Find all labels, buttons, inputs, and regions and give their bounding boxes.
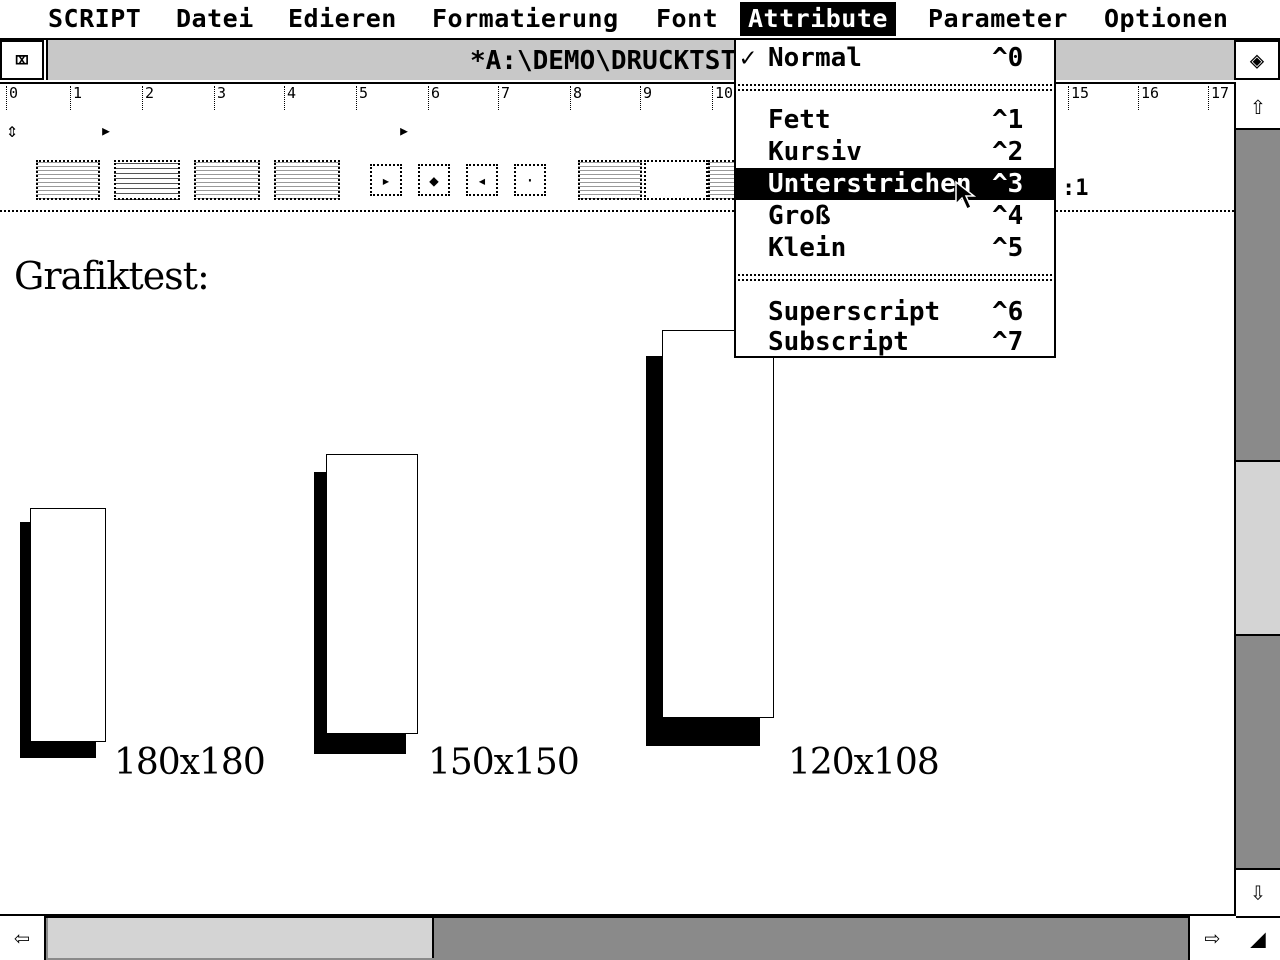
graphic-frame-1[interactable]	[30, 508, 106, 742]
close-icon[interactable]: ⌧	[0, 40, 44, 80]
page-indicator: :1	[1062, 176, 1089, 201]
menu-font[interactable]: Font	[648, 2, 726, 36]
right-margin-marker-icon[interactable]: ▸	[398, 118, 410, 142]
line-spacing-button[interactable]	[578, 160, 642, 200]
tab-decimal-icon[interactable]: ◆	[418, 164, 450, 196]
menu-attribute[interactable]: Attribute	[740, 2, 896, 36]
menu-option-superscript[interactable]: Superscript ^6	[736, 296, 1054, 328]
ruler-tick: 3	[214, 86, 226, 110]
menu-separator	[738, 84, 1052, 91]
align-center-button[interactable]	[194, 160, 260, 200]
font-size-button[interactable]	[644, 160, 708, 200]
ruler-tick: 15	[1068, 86, 1089, 110]
ruler-tick: 2	[142, 86, 154, 110]
menu-option-subscript[interactable]: Subscript ^7	[736, 326, 1054, 358]
menu-formatierung[interactable]: Formatierung	[424, 2, 627, 36]
ruler-tick: 1	[70, 86, 82, 110]
ruler-tick: 17	[1208, 86, 1229, 110]
tab-left-icon[interactable]: ◂	[466, 164, 498, 196]
menu-option-fett[interactable]: Fett ^1	[736, 104, 1054, 136]
menu-datei[interactable]: Datei	[168, 2, 262, 36]
ruler-tick: 6	[428, 86, 440, 110]
size-box-icon[interactable]: ◢	[1236, 916, 1280, 960]
menu-option-gross[interactable]: Groß ^4	[736, 200, 1054, 232]
menu-separator	[738, 274, 1052, 281]
align-right-button[interactable]	[274, 160, 340, 200]
align-justify-button[interactable]	[114, 160, 180, 200]
scroll-down-icon[interactable]: ⇩	[1236, 868, 1280, 914]
menu-option-kursiv[interactable]: Kursiv ^2	[736, 136, 1054, 168]
menu-bar: SCRIPT Datei Edieren Formatierung Font A…	[0, 0, 1280, 40]
left-margin-marker-icon[interactable]: ⇕	[6, 118, 18, 142]
menu-script[interactable]: SCRIPT	[40, 2, 149, 36]
tab-center-icon[interactable]: ·	[514, 164, 546, 196]
ruler-tick: 5	[356, 86, 368, 110]
graphic-frame-3[interactable]	[662, 330, 774, 718]
menu-option-klein[interactable]: Klein ^5	[736, 232, 1054, 264]
ruler-tick: 7	[498, 86, 510, 110]
ruler-tick: 16	[1138, 86, 1159, 110]
ruler-tick: 4	[284, 86, 296, 110]
ruler-tick: 0	[6, 86, 18, 110]
mouse-pointer-icon	[955, 180, 976, 211]
graphic-frame-2[interactable]	[326, 454, 418, 734]
scroll-up-icon[interactable]: ⇧	[1236, 84, 1280, 130]
ruler-tick: 8	[570, 86, 582, 110]
menu-option-unterstrichen[interactable]: Unterstrichen ^3	[736, 168, 1054, 200]
scroll-right-icon[interactable]: ⇨	[1188, 916, 1234, 960]
attribute-dropdown: ✓ Normal ^0 Fett ^1 Kursiv ^2 Unterstric…	[734, 38, 1056, 358]
horizontal-scroll-thumb[interactable]	[48, 918, 434, 958]
document-heading: Grafiktest:	[14, 254, 210, 298]
check-icon: ✓	[740, 43, 756, 73]
ruler-tick: 9	[640, 86, 652, 110]
menu-parameter[interactable]: Parameter	[920, 2, 1076, 36]
align-left-button[interactable]	[36, 160, 100, 200]
graphic-caption-2: 150x150	[428, 742, 580, 783]
scroll-left-icon[interactable]: ⇦	[0, 916, 46, 960]
menu-optionen[interactable]: Optionen	[1096, 2, 1236, 36]
tab-right-icon[interactable]: ▸	[370, 164, 402, 196]
graphic-caption-1: 180x180	[114, 742, 266, 783]
menu-option-normal[interactable]: ✓ Normal ^0	[736, 42, 1054, 74]
menu-edieren[interactable]: Edieren	[280, 2, 405, 36]
indent-marker-icon[interactable]: ▸	[100, 118, 112, 142]
vertical-scroll-thumb[interactable]	[1236, 460, 1280, 636]
ruler-tick: 10	[712, 86, 733, 110]
graphic-caption-3: 120x108	[788, 742, 940, 783]
